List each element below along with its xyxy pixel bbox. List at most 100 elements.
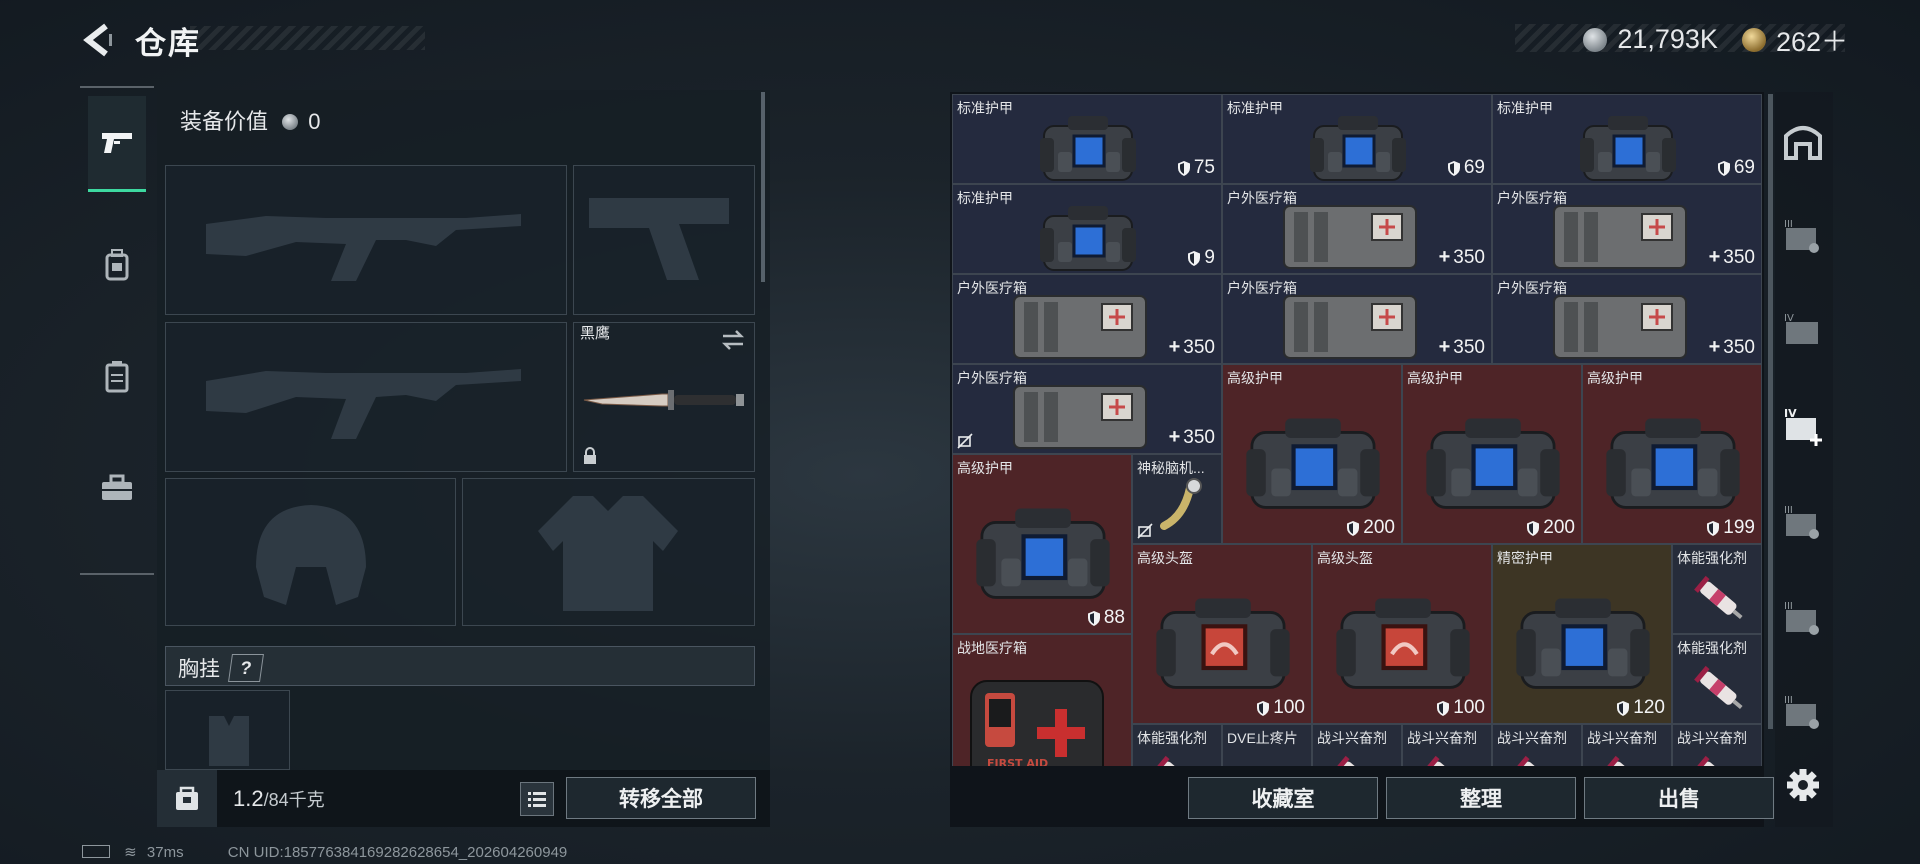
- inventory-item[interactable]: 高级护甲 200: [1222, 364, 1402, 544]
- inventory-item[interactable]: 户外医疗箱 +350: [1492, 274, 1762, 364]
- chest-rig-slot[interactable]: [165, 690, 290, 770]
- inventory-item[interactable]: 户外医疗箱 +350: [952, 274, 1222, 364]
- item-value: 69: [1733, 157, 1755, 178]
- item-name: 体能强化剂: [1677, 640, 1747, 656]
- item-value: 200: [1363, 517, 1395, 538]
- chest-rig-help-button[interactable]: ?: [228, 654, 264, 682]
- item-durability: 200: [1526, 517, 1575, 539]
- item-name: 户外医疗箱: [957, 370, 1027, 386]
- backpack-icon: [105, 249, 129, 281]
- inventory-item[interactable]: FIRST AID 战地医疗箱: [952, 634, 1132, 766]
- armor-bag-icon: [1040, 206, 1136, 271]
- knife-icon: [583, 390, 744, 410]
- inventory-item[interactable]: 高级头盔 100: [1132, 544, 1312, 724]
- durability-shield-icon: [1177, 160, 1190, 176]
- equipment-value: 装备价值 0: [180, 104, 321, 136]
- item-name: 战斗兴奋剂: [1587, 730, 1657, 746]
- transfer-all-button[interactable]: 转移全部: [566, 777, 756, 819]
- weight-current: 1.2: [233, 786, 264, 811]
- inventory-item[interactable]: 标准护甲 69: [1222, 94, 1492, 184]
- no-trade-icon: [957, 433, 973, 449]
- durability-shield-icon: [1437, 700, 1450, 716]
- svg-text:FIRST AID: FIRST AID: [987, 757, 1048, 766]
- tab-backpack[interactable]: [88, 216, 146, 312]
- item-name: 标准护甲: [1497, 100, 1553, 116]
- item-name: 户外医疗箱: [1497, 280, 1567, 296]
- inventory-item[interactable]: 高级护甲 199: [1582, 364, 1762, 544]
- inventory-item[interactable]: 户外医疗箱 +350: [1222, 184, 1492, 274]
- inventory-item[interactable]: 精密护甲 120: [1492, 544, 1672, 724]
- container-tier3-icon[interactable]: III: [1780, 214, 1826, 260]
- swap-icon[interactable]: [720, 329, 746, 351]
- inventory-item[interactable]: 战斗兴奋剂: [1582, 724, 1672, 766]
- inventory-item[interactable]: 标准护甲 75: [952, 94, 1222, 184]
- list-view-button[interactable]: [520, 782, 554, 816]
- inventory-item[interactable]: 体能强化剂: [1132, 724, 1222, 766]
- back-arrow-icon[interactable]: [80, 20, 114, 60]
- inventory-item[interactable]: 高级护甲 88: [952, 454, 1132, 634]
- collection-room-button[interactable]: 收藏室: [1188, 777, 1378, 819]
- secondary-weapon-slot[interactable]: [165, 322, 567, 472]
- pistol-icon: [102, 132, 132, 153]
- syringe-icon: [1694, 755, 1737, 766]
- armor-slot[interactable]: [462, 478, 755, 626]
- tab-toolbox[interactable]: [88, 440, 146, 536]
- inventory-item[interactable]: DVE止疼片: [1222, 724, 1312, 766]
- container-tier3-icon[interactable]: III: [1780, 690, 1826, 736]
- inventory-item[interactable]: 战斗兴奋剂: [1492, 724, 1582, 766]
- sell-button[interactable]: 出售: [1584, 777, 1774, 819]
- inventory-item[interactable]: 战斗兴奋剂: [1402, 724, 1492, 766]
- tab-weapons[interactable]: [88, 96, 146, 192]
- container-tier4-icon[interactable]: IV: [1780, 308, 1826, 354]
- ping-value: 37ms: [146, 844, 184, 861]
- inventory-item[interactable]: 户外医疗箱 +350: [1222, 274, 1492, 364]
- equipment-value-number: 0: [308, 109, 321, 134]
- armor-bag-icon: [1606, 418, 1740, 509]
- outdoor-medkit-icon: [1013, 295, 1147, 359]
- svg-text:III: III: [1784, 505, 1793, 516]
- inventory-item[interactable]: 神秘脑机...: [1132, 454, 1222, 544]
- pistol-slot[interactable]: [573, 165, 755, 315]
- item-durability: 120: [1616, 697, 1665, 719]
- item-name: 战斗兴奋剂: [1677, 730, 1747, 746]
- tab-vest[interactable]: [88, 328, 146, 424]
- weight-display: 1.2/84千克: [233, 786, 325, 812]
- helmet-slot[interactable]: [165, 478, 456, 626]
- syringe-icon: [1334, 755, 1377, 766]
- item-value: 350: [1723, 246, 1755, 268]
- container-tier3-icon[interactable]: III: [1780, 596, 1826, 642]
- currency-display: 21,793K 262＋: [1583, 20, 1848, 59]
- inventory-item[interactable]: 战斗兴奋剂: [1672, 724, 1762, 766]
- armor-bag-icon: [1426, 418, 1560, 509]
- gold-coin-icon: [1741, 27, 1766, 52]
- outdoor-medkit-icon: [1553, 295, 1687, 359]
- item-name: 高级护甲: [1407, 370, 1463, 386]
- container-tier3-icon[interactable]: III: [1780, 500, 1826, 546]
- inventory-item[interactable]: 体能强化剂: [1672, 544, 1762, 634]
- primary-weapon-slot[interactable]: [165, 165, 567, 315]
- battery-icon: [82, 845, 110, 858]
- inventory-item[interactable]: 标准护甲 69: [1492, 94, 1762, 184]
- warehouse-icon[interactable]: [1780, 118, 1826, 164]
- loadout-scrollbar[interactable]: [761, 92, 765, 282]
- inventory-item[interactable]: 高级护甲 200: [1402, 364, 1582, 544]
- inventory-item[interactable]: 户外医疗箱 +350: [952, 364, 1222, 454]
- durability-shield-icon: [1188, 250, 1201, 266]
- item-durability: +350: [1439, 246, 1485, 269]
- melee-slot[interactable]: [573, 322, 755, 472]
- container-add-icon[interactable]: IV: [1780, 404, 1826, 450]
- item-value: 350: [1453, 246, 1485, 268]
- organize-button[interactable]: 整理: [1386, 777, 1576, 819]
- gold-currency-value[interactable]: 262＋: [1776, 20, 1848, 59]
- item-value: 120: [1633, 697, 1665, 718]
- inventory-item[interactable]: 标准护甲 9: [952, 184, 1222, 274]
- inventory-item[interactable]: 户外医疗箱 +350: [1492, 184, 1762, 274]
- inventory-scrollbar[interactable]: [1768, 94, 1773, 729]
- gear-icon[interactable]: [1780, 762, 1826, 808]
- item-name: 精密护甲: [1497, 550, 1553, 566]
- inventory-item[interactable]: 体能强化剂: [1672, 634, 1762, 724]
- inventory-item[interactable]: 战斗兴奋剂: [1312, 724, 1402, 766]
- inventory-item[interactable]: 高级头盔 100: [1312, 544, 1492, 724]
- bag-capacity-button[interactable]: [157, 770, 217, 827]
- item-name: 标准护甲: [957, 100, 1013, 116]
